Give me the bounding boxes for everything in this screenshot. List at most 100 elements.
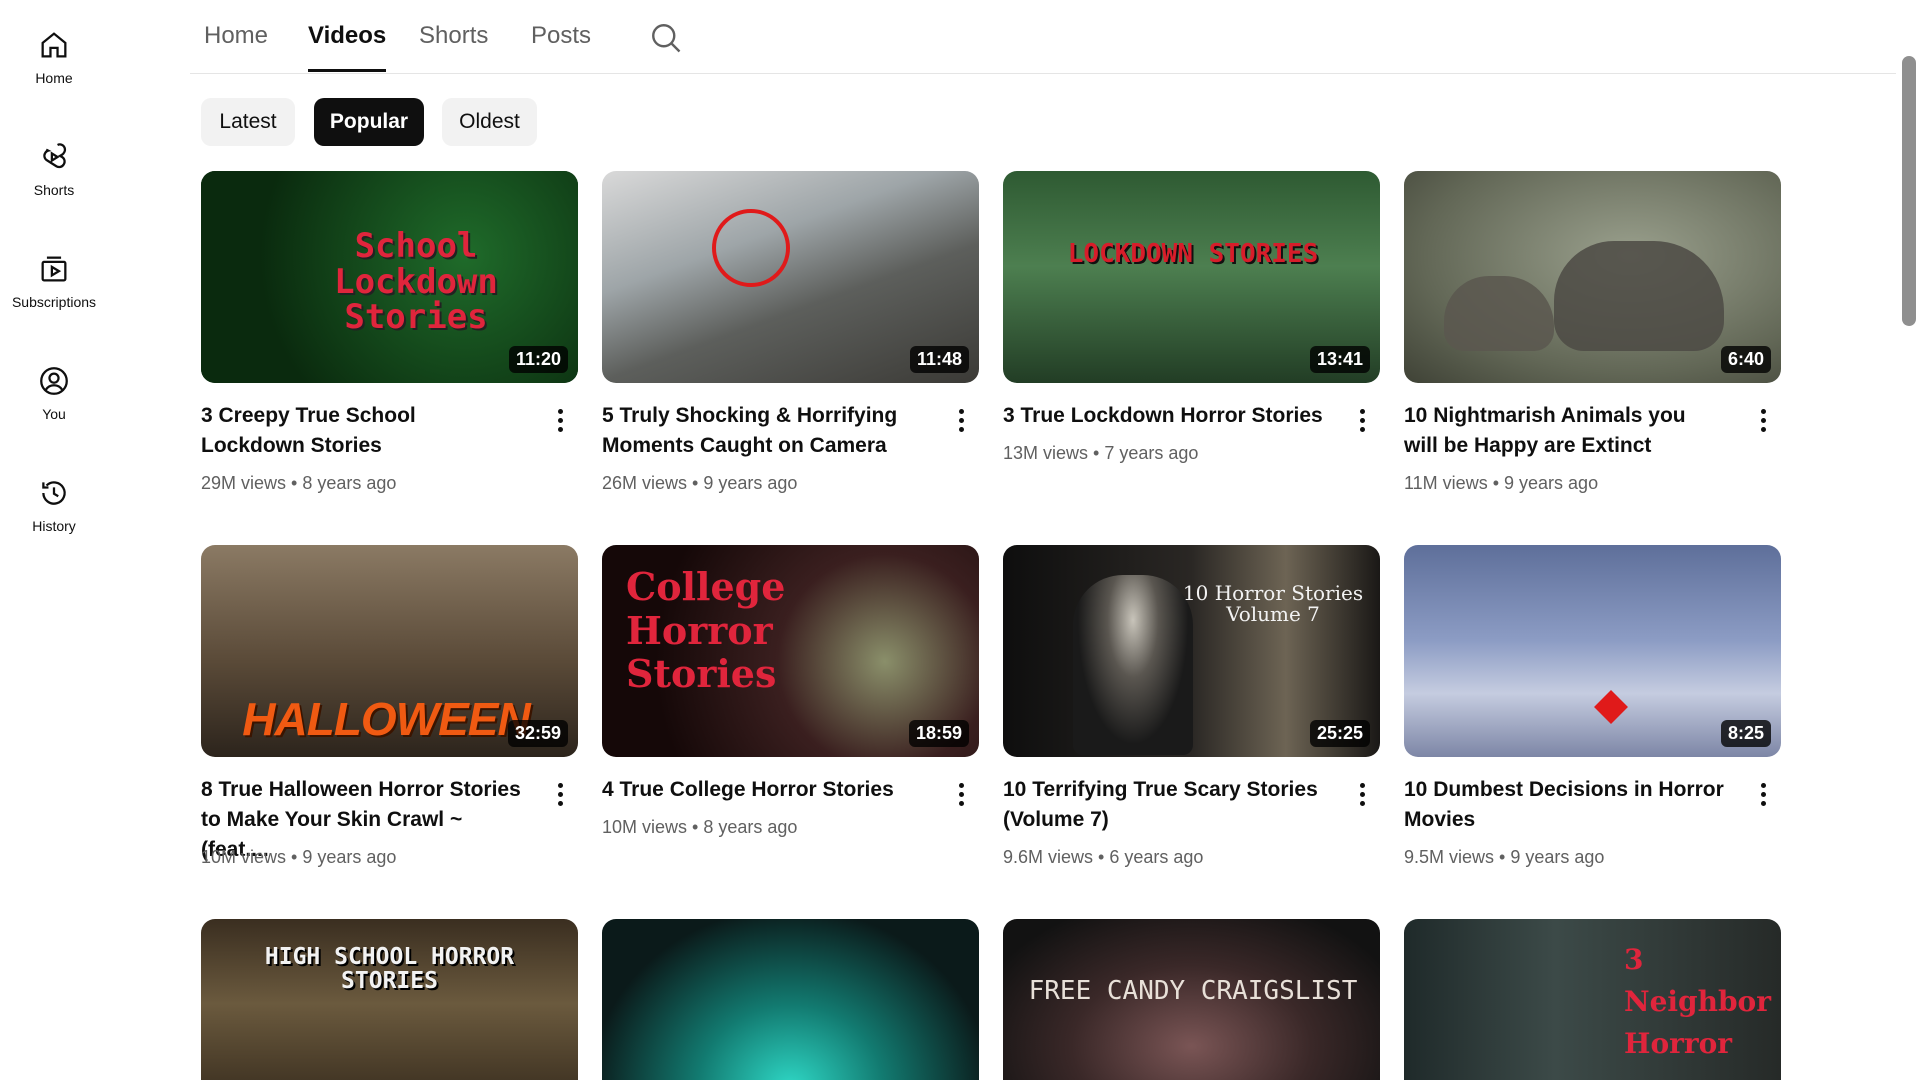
thumbnail-text: 10 Horror Stories Volume 7 <box>1182 581 1364 626</box>
video-thumbnail[interactable]: College Horror Stories 18:59 <box>602 545 979 757</box>
video-meta: 29M views • 8 years ago <box>201 473 397 493</box>
search-icon[interactable] <box>648 20 684 56</box>
video-thumbnail[interactable]: HALLOWEEN 32:59 <box>201 545 578 757</box>
view-count: 9.6M views <box>1003 847 1094 867</box>
upload-age: 9 years ago <box>703 473 798 493</box>
view-count: 11M views <box>1404 473 1488 493</box>
you-icon <box>40 367 68 395</box>
highlight-circle <box>712 209 790 287</box>
video-thumbnail[interactable]: 11:48 <box>602 171 979 383</box>
duration-badge: 18:59 <box>908 720 969 747</box>
channel-tabs: Home Videos Shorts Posts <box>190 0 1896 74</box>
video-card: College Horror Stories 18:59 4 True Coll… <box>602 545 979 837</box>
video-thumbnail[interactable]: 3 Neighbor Horror <box>1404 919 1781 1080</box>
view-count: 10M views <box>201 847 287 867</box>
video-thumbnail[interactable]: 6:40 <box>1404 171 1781 383</box>
upload-age: 9 years ago <box>1510 847 1605 867</box>
video-card: 3 Neighbor Horror <box>1404 919 1781 1080</box>
video-card: HALLOWEEN 32:59 8 True Halloween Horror … <box>201 545 578 867</box>
more-actions-icon[interactable] <box>1350 403 1374 437</box>
video-meta: 9.6M views • 6 years ago <box>1003 847 1204 867</box>
video-title[interactable]: 10 Terrifying True Scary Stories (Volume… <box>1003 775 1323 835</box>
chip-latest[interactable]: Latest <box>201 98 295 146</box>
more-actions-icon[interactable] <box>949 403 973 437</box>
upload-age: 9 years ago <box>1504 473 1599 493</box>
rail-item-shorts[interactable]: Shorts <box>0 112 108 212</box>
rail-item-label: Shorts <box>33 182 75 198</box>
rail-item-label: Subscriptions <box>11 294 97 310</box>
thumbnail-text: HALLOWEEN <box>242 693 530 745</box>
video-thumbnail[interactable]: FREE CANDY CRAIGSLIST <box>1003 919 1380 1080</box>
upload-age: 7 years ago <box>1104 443 1199 463</box>
rail-item-subscriptions[interactable]: Subscriptions <box>0 224 108 324</box>
chip-oldest[interactable]: Oldest <box>442 98 537 146</box>
video-thumbnail[interactable]: LOCKDOWN STORIES 13:41 <box>1003 171 1380 383</box>
duration-badge: 11:48 <box>909 346 969 373</box>
video-card: School Lockdown Stories 11:20 3 Creepy T… <box>201 171 578 493</box>
tab-videos[interactable]: Videos <box>308 22 387 72</box>
view-count: 10M views <box>602 817 688 837</box>
view-count: 9.5M views <box>1404 847 1495 867</box>
view-count: 29M views <box>201 473 287 493</box>
video-title[interactable]: 3 Creepy True School Lockdown Stories <box>201 401 521 461</box>
video-card: FREE CANDY CRAIGSLIST <box>1003 919 1380 1080</box>
video-meta: 26M views • 9 years ago <box>602 473 798 493</box>
view-count: 13M views <box>1003 443 1089 463</box>
thumbnail-text: 3 Neighbor Horror <box>1624 943 1771 1060</box>
duration-badge: 13:41 <box>1309 346 1370 373</box>
more-actions-icon[interactable] <box>1350 777 1374 811</box>
history-icon <box>42 481 66 505</box>
video-card: 11:48 5 Truly Shocking & Horrifying Mome… <box>602 171 979 493</box>
video-card: 8:25 10 Dumbest Decisions in Horror Movi… <box>1404 545 1781 867</box>
rail-item-label: Home <box>35 70 73 86</box>
video-title[interactable]: 5 Truly Shocking & Horrifying Moments Ca… <box>602 401 922 461</box>
more-actions-icon[interactable] <box>548 403 572 437</box>
video-meta: 13M views • 7 years ago <box>1003 443 1199 463</box>
upload-age: 9 years ago <box>302 847 397 867</box>
more-actions-icon[interactable] <box>1751 777 1775 811</box>
duration-badge: 6:40 <box>1720 346 1771 373</box>
video-title[interactable]: 10 Dumbest Decisions in Horror Movies <box>1404 775 1724 835</box>
duration-badge: 11:20 <box>508 346 568 373</box>
chip-popular[interactable]: Popular <box>314 98 424 146</box>
guide-rail: Home Shorts Subscriptions You History <box>0 0 108 1080</box>
more-actions-icon[interactable] <box>949 777 973 811</box>
scrollbar-thumb[interactable] <box>1902 56 1916 326</box>
upload-age: 8 years ago <box>302 473 397 493</box>
thumbnail-text: School Lockdown Stories <box>334 226 498 338</box>
video-meta: 10M views • 9 years ago <box>201 847 397 867</box>
video-card: 10 Horror Stories Volume 7 25:25 10 Terr… <box>1003 545 1380 867</box>
upload-age: 6 years ago <box>1109 847 1204 867</box>
thumbnail-text: HIGH SCHOOL HORROR STORIES <box>264 944 515 995</box>
home-icon <box>41 32 67 58</box>
video-meta: 11M views • 9 years ago <box>1404 473 1599 493</box>
video-thumbnail[interactable]: 10 Horror Stories Volume 7 25:25 <box>1003 545 1380 757</box>
rail-item-you[interactable]: You <box>0 336 108 436</box>
tab-posts[interactable]: Posts <box>531 22 591 72</box>
video-meta: 10M views • 8 years ago <box>602 817 798 837</box>
thumbnail-text: College Horror Stories <box>626 564 786 697</box>
duration-badge: 8:25 <box>1720 720 1771 747</box>
video-title[interactable]: 4 True College Horror Stories <box>602 775 922 805</box>
rail-item-label: History <box>32 518 76 534</box>
more-actions-icon[interactable] <box>1751 403 1775 437</box>
tab-shorts[interactable]: Shorts <box>419 22 488 72</box>
more-actions-icon[interactable] <box>548 777 572 811</box>
video-card: 6:40 10 Nightmarish Animals you will be … <box>1404 171 1781 493</box>
rail-item-label: You <box>42 406 66 422</box>
duration-badge: 25:25 <box>1309 720 1370 747</box>
video-title[interactable]: 10 Nightmarish Animals you will be Happy… <box>1404 401 1724 461</box>
video-meta: 9.5M views • 9 years ago <box>1404 847 1605 867</box>
video-thumbnail[interactable]: HIGH SCHOOL HORROR STORIES <box>201 919 578 1080</box>
subscriptions-icon <box>41 256 67 282</box>
elephant-shape <box>1554 241 1724 351</box>
thumbnail-text: LOCKDOWN STORIES <box>1067 239 1319 269</box>
video-thumbnail[interactable] <box>602 919 979 1080</box>
rail-item-history[interactable]: History <box>0 448 108 548</box>
video-thumbnail[interactable]: School Lockdown Stories 11:20 <box>201 171 578 383</box>
tab-home[interactable]: Home <box>204 22 268 72</box>
upload-age: 8 years ago <box>703 817 798 837</box>
rail-item-home[interactable]: Home <box>0 0 108 100</box>
video-title[interactable]: 3 True Lockdown Horror Stories <box>1003 401 1323 431</box>
video-thumbnail[interactable]: 8:25 <box>1404 545 1781 757</box>
